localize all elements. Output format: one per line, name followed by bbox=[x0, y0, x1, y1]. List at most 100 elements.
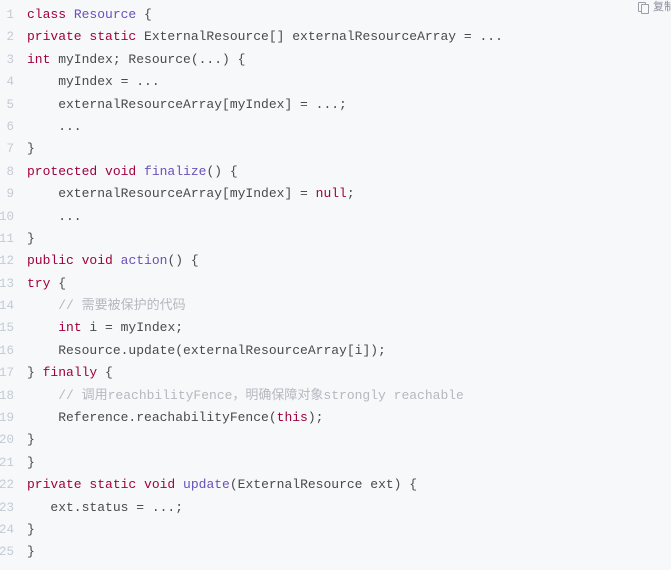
line-number: 12 bbox=[0, 254, 14, 269]
code-line-content: int myIndex; Resource(...) { bbox=[14, 49, 671, 71]
code-line-content: private static void update(ExternalResou… bbox=[14, 474, 671, 496]
code-line-content: public void action() { bbox=[14, 250, 671, 272]
code-line: 23 ext.status = ...; bbox=[0, 497, 671, 519]
code-token: ext.status = ...; bbox=[27, 499, 184, 515]
code-line: 7} bbox=[0, 138, 671, 160]
code-line-content: ... bbox=[14, 116, 671, 138]
code-token: externalResourceArray[myIndex] = bbox=[27, 186, 316, 202]
code-line-content: ... bbox=[14, 206, 671, 228]
line-number: 2 bbox=[6, 30, 14, 45]
line-number: 14 bbox=[0, 299, 14, 314]
code-line-content: private static ExternalResource[] extern… bbox=[14, 26, 671, 48]
code-token: null bbox=[315, 186, 347, 202]
line-number: 8 bbox=[6, 164, 14, 179]
code-token: ... bbox=[27, 208, 82, 224]
code-token: () { bbox=[167, 253, 199, 269]
code-token: ; bbox=[346, 186, 355, 202]
code-line-content: Reference.reachabilityFence(this); bbox=[14, 407, 671, 429]
code-token: } bbox=[27, 432, 35, 448]
line-number: 15 bbox=[0, 321, 14, 336]
line-number: 6 bbox=[6, 119, 14, 134]
code-token: finally bbox=[42, 365, 98, 381]
line-number: 10 bbox=[0, 209, 14, 224]
code-token: ); bbox=[307, 410, 324, 426]
code-line: 16 Resource.update(externalResourceArray… bbox=[0, 340, 671, 362]
code-token: } bbox=[27, 454, 35, 470]
code-token: myIndex; Resource(...) { bbox=[50, 51, 246, 67]
code-line: 24} bbox=[0, 519, 671, 541]
code-line: 17} finally { bbox=[0, 362, 671, 384]
line-number: 17 bbox=[0, 366, 14, 381]
code-token: { bbox=[97, 365, 113, 381]
code-line: 10 ... bbox=[0, 206, 671, 228]
line-number: 7 bbox=[6, 142, 14, 157]
line-number: 16 bbox=[0, 343, 14, 358]
line-number: 19 bbox=[0, 411, 14, 426]
code-token: } bbox=[27, 365, 43, 381]
code-line: 2 private static ExternalResource[] exter… bbox=[0, 26, 671, 48]
line-number: 4 bbox=[6, 75, 14, 90]
code-token: } bbox=[27, 230, 35, 246]
code-line: 19 Reference.reachabilityFence(this); bbox=[0, 407, 671, 429]
code-line-content: protected void finalize() { bbox=[14, 161, 671, 183]
code-token: { bbox=[136, 7, 152, 22]
code-token: class bbox=[27, 7, 67, 22]
line-number: 25 bbox=[0, 545, 14, 560]
copy-button-label: 复制 bbox=[653, 1, 671, 13]
code-line-content: } bbox=[14, 429, 671, 451]
code-token: // 调用reachbilityFence，明确保障对象strongly rea… bbox=[27, 387, 464, 403]
code-token: private static void bbox=[27, 477, 176, 493]
code-line: 3 int myIndex; Resource(...) { bbox=[0, 49, 671, 71]
copy-icon bbox=[638, 2, 649, 14]
code-line-content: // 需要被保护的代码 bbox=[14, 295, 671, 317]
code-line: 18 // 调用reachbilityFence，明确保障对象strongly … bbox=[0, 385, 671, 407]
code-token: private static bbox=[27, 29, 137, 45]
code-line: 6 ... bbox=[0, 116, 671, 138]
line-number: 24 bbox=[0, 522, 14, 537]
code-line: 9 externalResourceArray[myIndex] = null; bbox=[0, 183, 671, 205]
code-line-content: externalResourceArray[myIndex] = ...; bbox=[14, 94, 671, 116]
code-line: 1 class Resource { bbox=[0, 4, 671, 26]
line-number: 18 bbox=[0, 388, 14, 403]
code-line: 13 try { bbox=[0, 273, 671, 295]
code-line: 4 myIndex = ... bbox=[0, 71, 671, 93]
code-line: 5 externalResourceArray[myIndex] = ...; bbox=[0, 94, 671, 116]
code-token: finalize bbox=[144, 163, 207, 179]
code-token: externalResourceArray[myIndex] = ...; bbox=[27, 96, 347, 112]
code-token: (ExternalResource ext) { bbox=[229, 477, 418, 493]
code-token: // 需要被保护的代码 bbox=[27, 298, 186, 314]
code-line: 25} bbox=[0, 541, 671, 563]
line-number: 3 bbox=[6, 52, 14, 67]
code-line-list: 1 class Resource {2 private static Externa… bbox=[0, 4, 671, 564]
code-token: } bbox=[27, 521, 35, 537]
line-number: 20 bbox=[0, 433, 14, 448]
code-token: Reference.reachabilityFence( bbox=[27, 410, 277, 426]
code-line: 15 int i = myIndex; bbox=[0, 317, 671, 339]
code-line: 22 private static void update(ExternalRes… bbox=[0, 474, 671, 496]
code-block: 复制 1 class Resource {2 private static Exte… bbox=[0, 0, 671, 570]
code-token: int bbox=[27, 51, 51, 67]
code-token: ExternalResource[] externalResourceArray… bbox=[136, 29, 503, 45]
code-line-content: } bbox=[14, 452, 671, 474]
copy-code-button[interactable]: 复制 bbox=[636, 0, 671, 15]
line-number: 13 bbox=[0, 276, 14, 291]
code-token: action bbox=[120, 253, 168, 269]
code-line-content: ext.status = ...; bbox=[14, 497, 671, 519]
code-token: Resource bbox=[73, 7, 137, 22]
code-line-content: class Resource { bbox=[14, 4, 671, 26]
code-line-content: } bbox=[14, 228, 671, 250]
code-line: 12 public void action() { bbox=[0, 250, 671, 272]
code-token: ... bbox=[27, 118, 82, 134]
code-line: 21} bbox=[0, 452, 671, 474]
code-token: { bbox=[50, 275, 67, 291]
code-token: update bbox=[183, 477, 230, 493]
code-line-content: } bbox=[14, 519, 671, 541]
line-number: 23 bbox=[0, 500, 14, 515]
code-line-content: myIndex = ... bbox=[14, 71, 671, 93]
line-number: 11 bbox=[0, 231, 14, 246]
